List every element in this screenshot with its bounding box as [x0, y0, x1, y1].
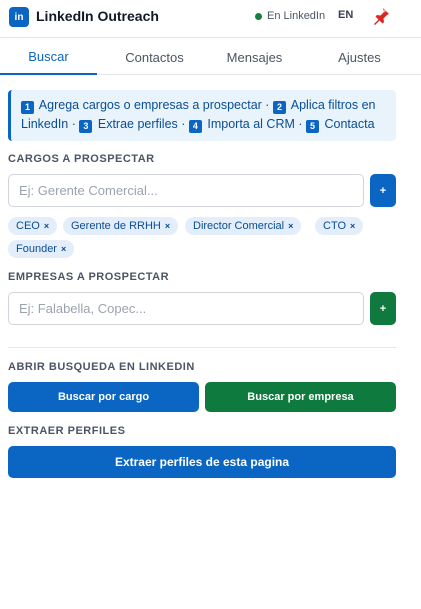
pin-icon[interactable]: [372, 7, 390, 25]
chip-cargo: Founder ×: [8, 240, 75, 258]
extract-profiles-button[interactable]: Extraer perfiles de esta pagina: [8, 446, 396, 478]
step-number: 1: [21, 101, 34, 114]
chip-remove-icon[interactable]: ×: [165, 221, 170, 231]
step-text: Importa al CRM ·: [207, 117, 303, 131]
tab-buscar[interactable]: Buscar: [0, 39, 97, 75]
chip-cargo: Gerente de RRHH ×: [63, 217, 179, 235]
extract-section-label: EXTRAER PERFILES: [8, 425, 126, 437]
chip-label: CEO: [16, 220, 40, 232]
chip-label: CTO: [323, 220, 347, 232]
add-cargo-button[interactable]: +: [370, 174, 396, 207]
tab-bar: Buscar Contactos Mensajes Ajustes: [0, 39, 421, 75]
tab-ajustes[interactable]: Ajustes: [311, 39, 408, 75]
empresas-label: EMPRESAS A PROSPECTAR: [8, 271, 170, 283]
linkedin-logo-icon: in: [9, 7, 29, 27]
chip-remove-icon[interactable]: ×: [44, 221, 49, 231]
step-number: 5: [306, 120, 320, 133]
chip-label: Director Comercial: [193, 220, 285, 232]
empresa-input[interactable]: [8, 292, 364, 325]
chip-label: Gerente de RRHH: [71, 220, 161, 232]
chip-cargo: Director Comercial ×: [185, 217, 302, 235]
step-number: 4: [188, 120, 202, 133]
steps-guide: 1 Agrega cargos o empresas a prospectar …: [8, 90, 396, 141]
step-text: Agrega cargos o empresas a prospectar ·: [38, 98, 270, 112]
chip-remove-icon[interactable]: ×: [350, 221, 355, 231]
status-dot-icon: [255, 12, 262, 20]
search-section-label: ABRIR BUSQUEDA EN LINKEDIN: [8, 361, 195, 373]
chip-cargo: CTO ×: [315, 217, 364, 235]
tab-mensajes[interactable]: Mensajes: [206, 39, 303, 75]
status-text: En LinkedIn: [267, 10, 326, 22]
search-by-company-button[interactable]: Buscar por empresa: [205, 382, 396, 412]
search-by-role-button[interactable]: Buscar por cargo: [8, 382, 199, 412]
chip-cargo: CEO ×: [8, 217, 58, 235]
app-title: LinkedIn Outreach: [36, 8, 159, 24]
chip-label: Founder: [16, 243, 57, 255]
linkedin-status: En LinkedIn: [255, 10, 325, 22]
chip-remove-icon[interactable]: ×: [288, 221, 293, 231]
cargos-label: CARGOS A PROSPECTAR: [8, 153, 155, 165]
cargo-input[interactable]: [8, 174, 364, 207]
step-text: Extrae perfiles ·: [97, 117, 186, 131]
chip-remove-icon[interactable]: ×: [61, 244, 66, 254]
language-toggle[interactable]: EN: [338, 9, 353, 21]
header: in LinkedIn Outreach En LinkedIn EN: [0, 0, 421, 38]
step-text: Contacta: [324, 117, 375, 131]
step-number: 2: [272, 101, 286, 114]
add-empresa-button[interactable]: +: [370, 292, 396, 325]
step-number: 3: [79, 120, 93, 133]
divider: [8, 347, 396, 348]
tab-contactos[interactable]: Contactos: [106, 39, 203, 75]
